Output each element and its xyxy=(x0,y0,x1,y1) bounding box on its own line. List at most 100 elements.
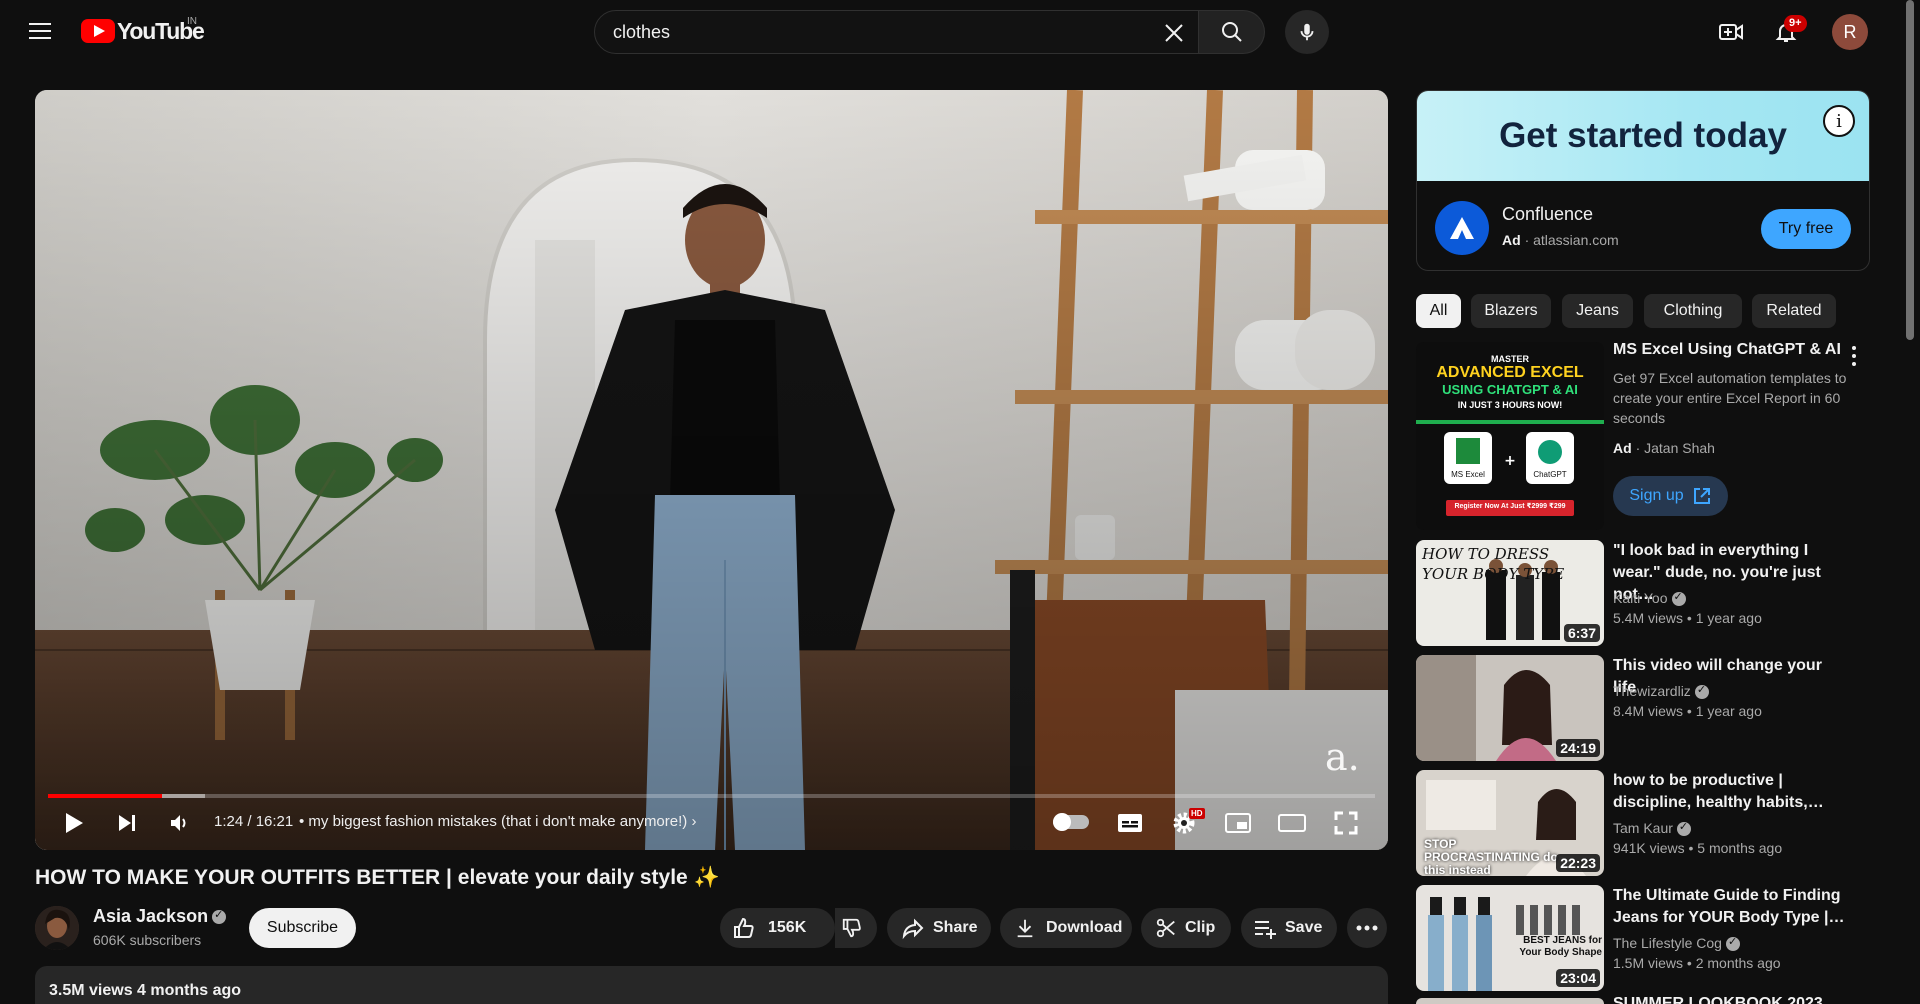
recommendation-channel[interactable]: Kaiti Yoo xyxy=(1613,590,1686,607)
next-recommendation-title[interactable]: SUMMER LOOKBOOK 2023 xyxy=(1613,994,1823,1004)
recommendation-channel[interactable]: Thewizardliz xyxy=(1613,683,1709,700)
ad-video-menu-icon[interactable] xyxy=(1844,344,1864,368)
play-button[interactable] xyxy=(59,808,89,838)
menu-icon[interactable] xyxy=(26,18,54,46)
ad-meta: Ad · atlassian.com xyxy=(1502,232,1619,248)
recommendation-item[interactable]: STOP PROCRASTINATING do this instead 22:… xyxy=(1416,770,1870,876)
like-button[interactable]: 156K xyxy=(720,908,835,948)
miniplayer-button[interactable] xyxy=(1223,808,1253,838)
page-scrollbar[interactable] xyxy=(1906,0,1914,340)
recommendation-channel-name: The Lifestyle Cog xyxy=(1613,935,1722,951)
ad-banner[interactable]: Get started today xyxy=(1417,91,1869,181)
subscribe-button[interactable]: Subscribe xyxy=(249,908,356,948)
recommendation-stats: 1.5M views • 2 months ago xyxy=(1613,955,1781,971)
thumb-line1: MASTER xyxy=(1491,354,1529,364)
play-icon xyxy=(66,813,83,833)
youtube-logo[interactable]: YouTube IN xyxy=(81,16,205,46)
recommendation-item[interactable]: BEST JEANS for Your Body Shape 23:04 The… xyxy=(1416,885,1870,991)
ad-video-title[interactable]: MS Excel Using ChatGPT & AI xyxy=(1613,341,1853,359)
channel-avatar[interactable] xyxy=(35,906,79,950)
video-player[interactable]: a. 1:24 / 16:21 • my biggest fashion mis… xyxy=(35,90,1388,850)
ad-video-ad-label: Ad xyxy=(1613,440,1632,456)
download-icon xyxy=(1017,919,1033,938)
download-label: Download xyxy=(1046,919,1123,936)
recommendation-thumbnail[interactable]: STOP PROCRASTINATING do this instead 22:… xyxy=(1416,770,1604,876)
sign-up-label: Sign up xyxy=(1629,487,1684,504)
more-actions-button[interactable] xyxy=(1347,908,1387,948)
create-button[interactable] xyxy=(1713,14,1749,50)
recommendation-thumbnail[interactable]: BEST JEANS for Your Body Shape 23:04 xyxy=(1416,885,1604,991)
miniplayer-icon xyxy=(1225,813,1251,833)
sign-up-button[interactable]: Sign up xyxy=(1613,476,1728,516)
search-button[interactable] xyxy=(1199,10,1265,54)
skip-next-icon xyxy=(119,815,135,831)
volume-icon xyxy=(171,815,186,831)
chip-blazers[interactable]: Blazers xyxy=(1471,294,1551,328)
search-input[interactable] xyxy=(613,21,1133,43)
recommendation-title[interactable]: The Ultimate Guide to Finding Jeans for … xyxy=(1613,885,1845,929)
dislike-button[interactable] xyxy=(835,908,877,948)
voice-search-button[interactable] xyxy=(1285,10,1329,54)
chapter-chevron-icon: › xyxy=(687,813,697,830)
recommendation-thumbnail[interactable]: 24:19 xyxy=(1416,655,1604,761)
fullscreen-icon xyxy=(1334,811,1358,835)
recommendation-channel[interactable]: The Lifestyle Cog xyxy=(1613,935,1740,952)
chip-jeans[interactable]: Jeans xyxy=(1562,294,1633,328)
chapter-title[interactable]: • my biggest fashion mistakes (that i do… xyxy=(299,813,696,830)
description-box[interactable]: 3.5M views 4 months ago xyxy=(35,966,1388,1004)
channel-name[interactable]: Asia Jackson xyxy=(93,906,227,927)
clip-button[interactable]: Clip xyxy=(1141,908,1231,948)
verified-icon xyxy=(1676,820,1691,837)
clip-label: Clip xyxy=(1185,919,1216,936)
try-free-button[interactable]: Try free xyxy=(1761,209,1851,249)
thumbnail-text: BEST JEANS for Your Body Shape xyxy=(1519,935,1602,958)
thumb-label-excel: MS Excel xyxy=(1451,470,1485,479)
recommendation-thumbnail[interactable]: HOW TO DRESS YOUR BODY TYPE 6:37 xyxy=(1416,540,1604,646)
create-video-icon xyxy=(1719,24,1743,40)
info-icon[interactable]: i xyxy=(1823,105,1855,137)
verified-icon xyxy=(1694,683,1709,700)
channel-watermark[interactable]: a. xyxy=(1325,735,1360,779)
fullscreen-button[interactable] xyxy=(1331,808,1361,838)
ad-domain: · atlassian.com xyxy=(1524,232,1619,248)
share-button[interactable]: Share xyxy=(887,908,991,948)
chip-all[interactable]: All xyxy=(1416,294,1461,328)
thumbs-up-icon xyxy=(734,917,754,938)
next-button[interactable] xyxy=(112,808,142,838)
thumbs-down-icon xyxy=(842,918,861,938)
masthead: YouTube IN 9+ R xyxy=(0,0,1920,64)
ad-label: Ad xyxy=(1502,232,1521,248)
verified-icon xyxy=(212,908,227,925)
share-label: Share xyxy=(933,919,978,936)
recommendation-item[interactable]: 24:19 This video will change your life T… xyxy=(1416,655,1870,761)
youtube-play-logo-icon xyxy=(81,19,115,43)
clear-search-icon[interactable] xyxy=(1162,21,1186,45)
thumbnail-text: HOW TO DRESS YOUR BODY TYPE xyxy=(1422,545,1565,583)
chip-clothing[interactable]: Clothing xyxy=(1644,294,1742,328)
atlassian-logo-icon xyxy=(1450,217,1474,239)
autoplay-toggle[interactable] xyxy=(1053,813,1089,831)
recommendation-channel-name: Thewizardliz xyxy=(1613,683,1691,699)
ad-video-meta: Ad · Jatan Shah xyxy=(1613,440,1715,456)
hd-badge: HD xyxy=(1189,808,1205,819)
thumb-label-chatgpt: ChatGPT xyxy=(1533,470,1567,479)
video-duration: 22:23 xyxy=(1556,854,1600,872)
recommendation-stats: 5.4M views • 1 year ago xyxy=(1613,610,1762,626)
recommendation-title[interactable]: how to be productive | discipline, healt… xyxy=(1613,770,1845,814)
sponsored-card[interactable]: Get started today i Confluence Ad · atla… xyxy=(1416,90,1870,271)
ad-video-thumbnail[interactable]: + MASTER ADVANCED EXCEL USING CHATGPT & … xyxy=(1416,342,1604,530)
chapter-title-text: • my biggest fashion mistakes (that i do… xyxy=(299,813,688,830)
logo-country-code: IN xyxy=(187,16,197,27)
theater-mode-button[interactable] xyxy=(1277,808,1307,838)
next-recommendation-thumbnail[interactable] xyxy=(1416,998,1604,1004)
mute-button[interactable] xyxy=(164,808,194,838)
subtitles-button[interactable] xyxy=(1115,808,1145,838)
chip-related[interactable]: Related xyxy=(1752,294,1836,328)
download-button[interactable]: Download xyxy=(1000,908,1132,948)
recommendation-item[interactable]: HOW TO DRESS YOUR BODY TYPE 6:37 "I look… xyxy=(1416,540,1870,646)
save-label: Save xyxy=(1285,919,1323,936)
save-button[interactable]: Save xyxy=(1241,908,1337,948)
theater-mode-icon xyxy=(1278,814,1306,832)
recommendation-channel[interactable]: Tam Kaur xyxy=(1613,820,1691,837)
account-avatar[interactable]: R xyxy=(1832,14,1868,50)
